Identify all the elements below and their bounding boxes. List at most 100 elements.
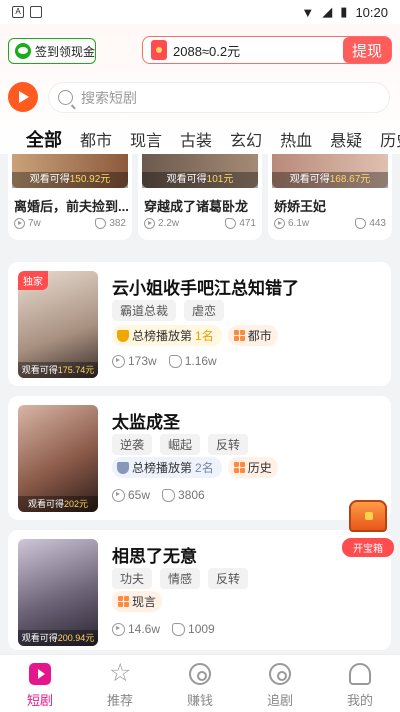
grid-card[interactable]: 观看可得150.92元 离婚后，前夫捡到... 7w 382 bbox=[8, 154, 132, 240]
tag-list: 逆袭 崛起 反转 bbox=[112, 434, 249, 455]
status-bar: A ▼ ◢ ▮ 10:20 bbox=[0, 0, 400, 24]
genre-badge[interactable]: 都市 bbox=[227, 325, 278, 346]
tab-action[interactable]: 热血 bbox=[271, 127, 321, 151]
earn-badge: 观看可得200.94元 bbox=[18, 630, 98, 646]
search-input[interactable]: 搜索短剧 bbox=[48, 82, 390, 113]
header: 签到领现金 2088≈0.2元 提现 搜索短剧 全部 都市 现言 古装 玄幻 热… bbox=[0, 24, 400, 154]
grid-title: 娇娇王妃 bbox=[274, 199, 327, 214]
drama-title: 云小姐收手吧江总知错了 bbox=[112, 279, 299, 298]
drama-stats: 173w 1.16w bbox=[112, 354, 217, 368]
tab-mystery[interactable]: 悬疑 bbox=[321, 127, 371, 151]
battery-icon: ▮ bbox=[340, 4, 348, 19]
signal-icon: ◢ bbox=[322, 4, 333, 19]
search-icon bbox=[58, 90, 73, 105]
drama-stats: 65w 3806 bbox=[112, 488, 205, 502]
badge-row: 总榜播放第 1名 都市 bbox=[112, 325, 278, 346]
drama-card[interactable]: 观看可得202元 太监成圣 逆袭 崛起 反转 总榜播放第 2名 历史 65w 38… bbox=[8, 396, 391, 520]
play-count-icon bbox=[274, 218, 285, 229]
drama-thumbnail: 观看可得200.94元 bbox=[18, 539, 98, 646]
grid-stats: 2.2w 471 bbox=[144, 218, 256, 229]
checkin-button[interactable]: 签到领现金 bbox=[8, 38, 96, 64]
share-count-icon bbox=[168, 354, 182, 368]
grid-thumbnail: 观看可得168.67元 bbox=[272, 154, 388, 188]
earn-badge: 观看可得175.74元 bbox=[18, 362, 98, 378]
category-icon bbox=[233, 330, 245, 341]
nav-recommend[interactable]: 推荐 bbox=[80, 655, 160, 712]
tab-costume[interactable]: 古装 bbox=[171, 127, 221, 151]
tab-history[interactable]: 历史 bbox=[371, 127, 400, 151]
badge-row: 总榜播放第 2名 历史 bbox=[112, 457, 278, 478]
tag[interactable]: 霸道总裁 bbox=[112, 300, 177, 321]
tab-all[interactable]: 全部 bbox=[0, 126, 71, 152]
search-placeholder: 搜索短剧 bbox=[81, 89, 137, 106]
drama-stats: 14.6w 1009 bbox=[112, 622, 215, 636]
nav-label: 我的 bbox=[346, 693, 373, 708]
share-count-icon bbox=[162, 488, 176, 502]
bottom-nav: 短剧 推荐 赚钱 追剧 我的 bbox=[0, 654, 400, 712]
clock: 10:20 bbox=[355, 4, 388, 20]
withdraw-button[interactable]: 提现 bbox=[343, 37, 391, 63]
drama-title: 相思了无意 bbox=[112, 547, 197, 566]
grid-stats: 7w 382 bbox=[14, 218, 126, 229]
drama-card[interactable]: 观看可得200.94元 相思了无意 功夫 情感 反转 现言 14.6w 1009 bbox=[8, 530, 391, 650]
treasure-label: 开宝箱 bbox=[342, 538, 394, 557]
tag[interactable]: 反转 bbox=[208, 434, 249, 455]
share-count-icon bbox=[172, 622, 186, 636]
genre-badge[interactable]: 历史 bbox=[227, 457, 278, 478]
tab-romance[interactable]: 现言 bbox=[121, 127, 171, 151]
grid-card[interactable]: 观看可得168.67元 娇娇王妃 6.1w 443 bbox=[268, 154, 392, 240]
coin-balance: 2088≈0.2元 提现 bbox=[142, 36, 392, 64]
grid-title: 穿越成了诸葛卧龙 bbox=[144, 199, 249, 214]
star-icon bbox=[109, 658, 131, 687]
play-count-icon bbox=[144, 218, 155, 229]
play-count-icon bbox=[112, 622, 125, 636]
nav-earn[interactable]: 赚钱 bbox=[160, 655, 240, 712]
tab-urban[interactable]: 都市 bbox=[71, 127, 121, 151]
play-count-icon bbox=[14, 218, 25, 229]
tag[interactable]: 反转 bbox=[208, 568, 249, 589]
short-drama-icon bbox=[29, 663, 51, 685]
tag[interactable]: 功夫 bbox=[112, 568, 153, 589]
wechat-icon bbox=[15, 43, 31, 59]
wifi-icon: ▼ bbox=[301, 4, 315, 20]
tag[interactable]: 情感 bbox=[160, 568, 201, 589]
treasure-chest-icon bbox=[349, 500, 387, 532]
play-count-icon bbox=[112, 488, 125, 502]
share-count-icon bbox=[95, 218, 107, 229]
nav-follow[interactable]: 追剧 bbox=[240, 655, 320, 712]
drama-card[interactable]: 独家 观看可得175.74元 云小姐收手吧江总知错了 霸道总裁 虐恋 总榜播放第… bbox=[8, 262, 391, 386]
grid-title: 离婚后，前夫捡到... bbox=[14, 199, 129, 214]
nav-short-drama[interactable]: 短剧 bbox=[0, 655, 80, 712]
badge-row: 现言 bbox=[112, 591, 163, 612]
drama-grid: 观看可得150.92元 离婚后，前夫捡到... 7w 382 观看可得101元 … bbox=[8, 154, 392, 240]
category-tabs: 全部 都市 现言 古装 玄幻 热血 悬疑 历史 bbox=[0, 124, 400, 154]
nav-me[interactable]: 我的 bbox=[320, 655, 400, 712]
genre-badge[interactable]: 现言 bbox=[112, 591, 163, 612]
tag[interactable]: 虐恋 bbox=[184, 300, 225, 321]
nav-label: 短剧 bbox=[26, 693, 53, 708]
rank-badge: 总榜播放第 2名 bbox=[112, 457, 222, 478]
drama-title: 太监成圣 bbox=[112, 413, 180, 432]
share-count-icon bbox=[355, 218, 367, 229]
checkin-label: 签到领现金 bbox=[35, 44, 96, 59]
app-logo-icon bbox=[8, 82, 38, 112]
tag[interactable]: 崛起 bbox=[160, 434, 201, 455]
drama-thumbnail: 观看可得202元 bbox=[18, 405, 98, 512]
tag[interactable]: 逆袭 bbox=[112, 434, 153, 455]
tab-fantasy[interactable]: 玄幻 bbox=[221, 127, 271, 151]
treasure-chest-button[interactable]: 开宝箱 bbox=[342, 500, 394, 562]
nav-label: 推荐 bbox=[106, 693, 133, 708]
grid-card[interactable]: 观看可得101元 穿越成了诸葛卧龙 2.2w 471 bbox=[138, 154, 262, 240]
nav-label: 赚钱 bbox=[186, 693, 213, 708]
trophy-icon bbox=[117, 329, 129, 342]
category-icon bbox=[118, 596, 129, 607]
user-icon bbox=[349, 663, 371, 685]
coin-icon bbox=[189, 663, 211, 685]
earn-badge: 观看可得202元 bbox=[18, 496, 98, 512]
nav-label: 追剧 bbox=[266, 693, 293, 708]
grid-thumbnail: 观看可得150.92元 bbox=[12, 154, 128, 188]
rank-badge: 总榜播放第 1名 bbox=[112, 325, 222, 346]
trophy-icon bbox=[117, 461, 129, 474]
share-count-icon bbox=[225, 218, 237, 229]
earn-badge: 观看可得168.67元 bbox=[272, 172, 388, 188]
